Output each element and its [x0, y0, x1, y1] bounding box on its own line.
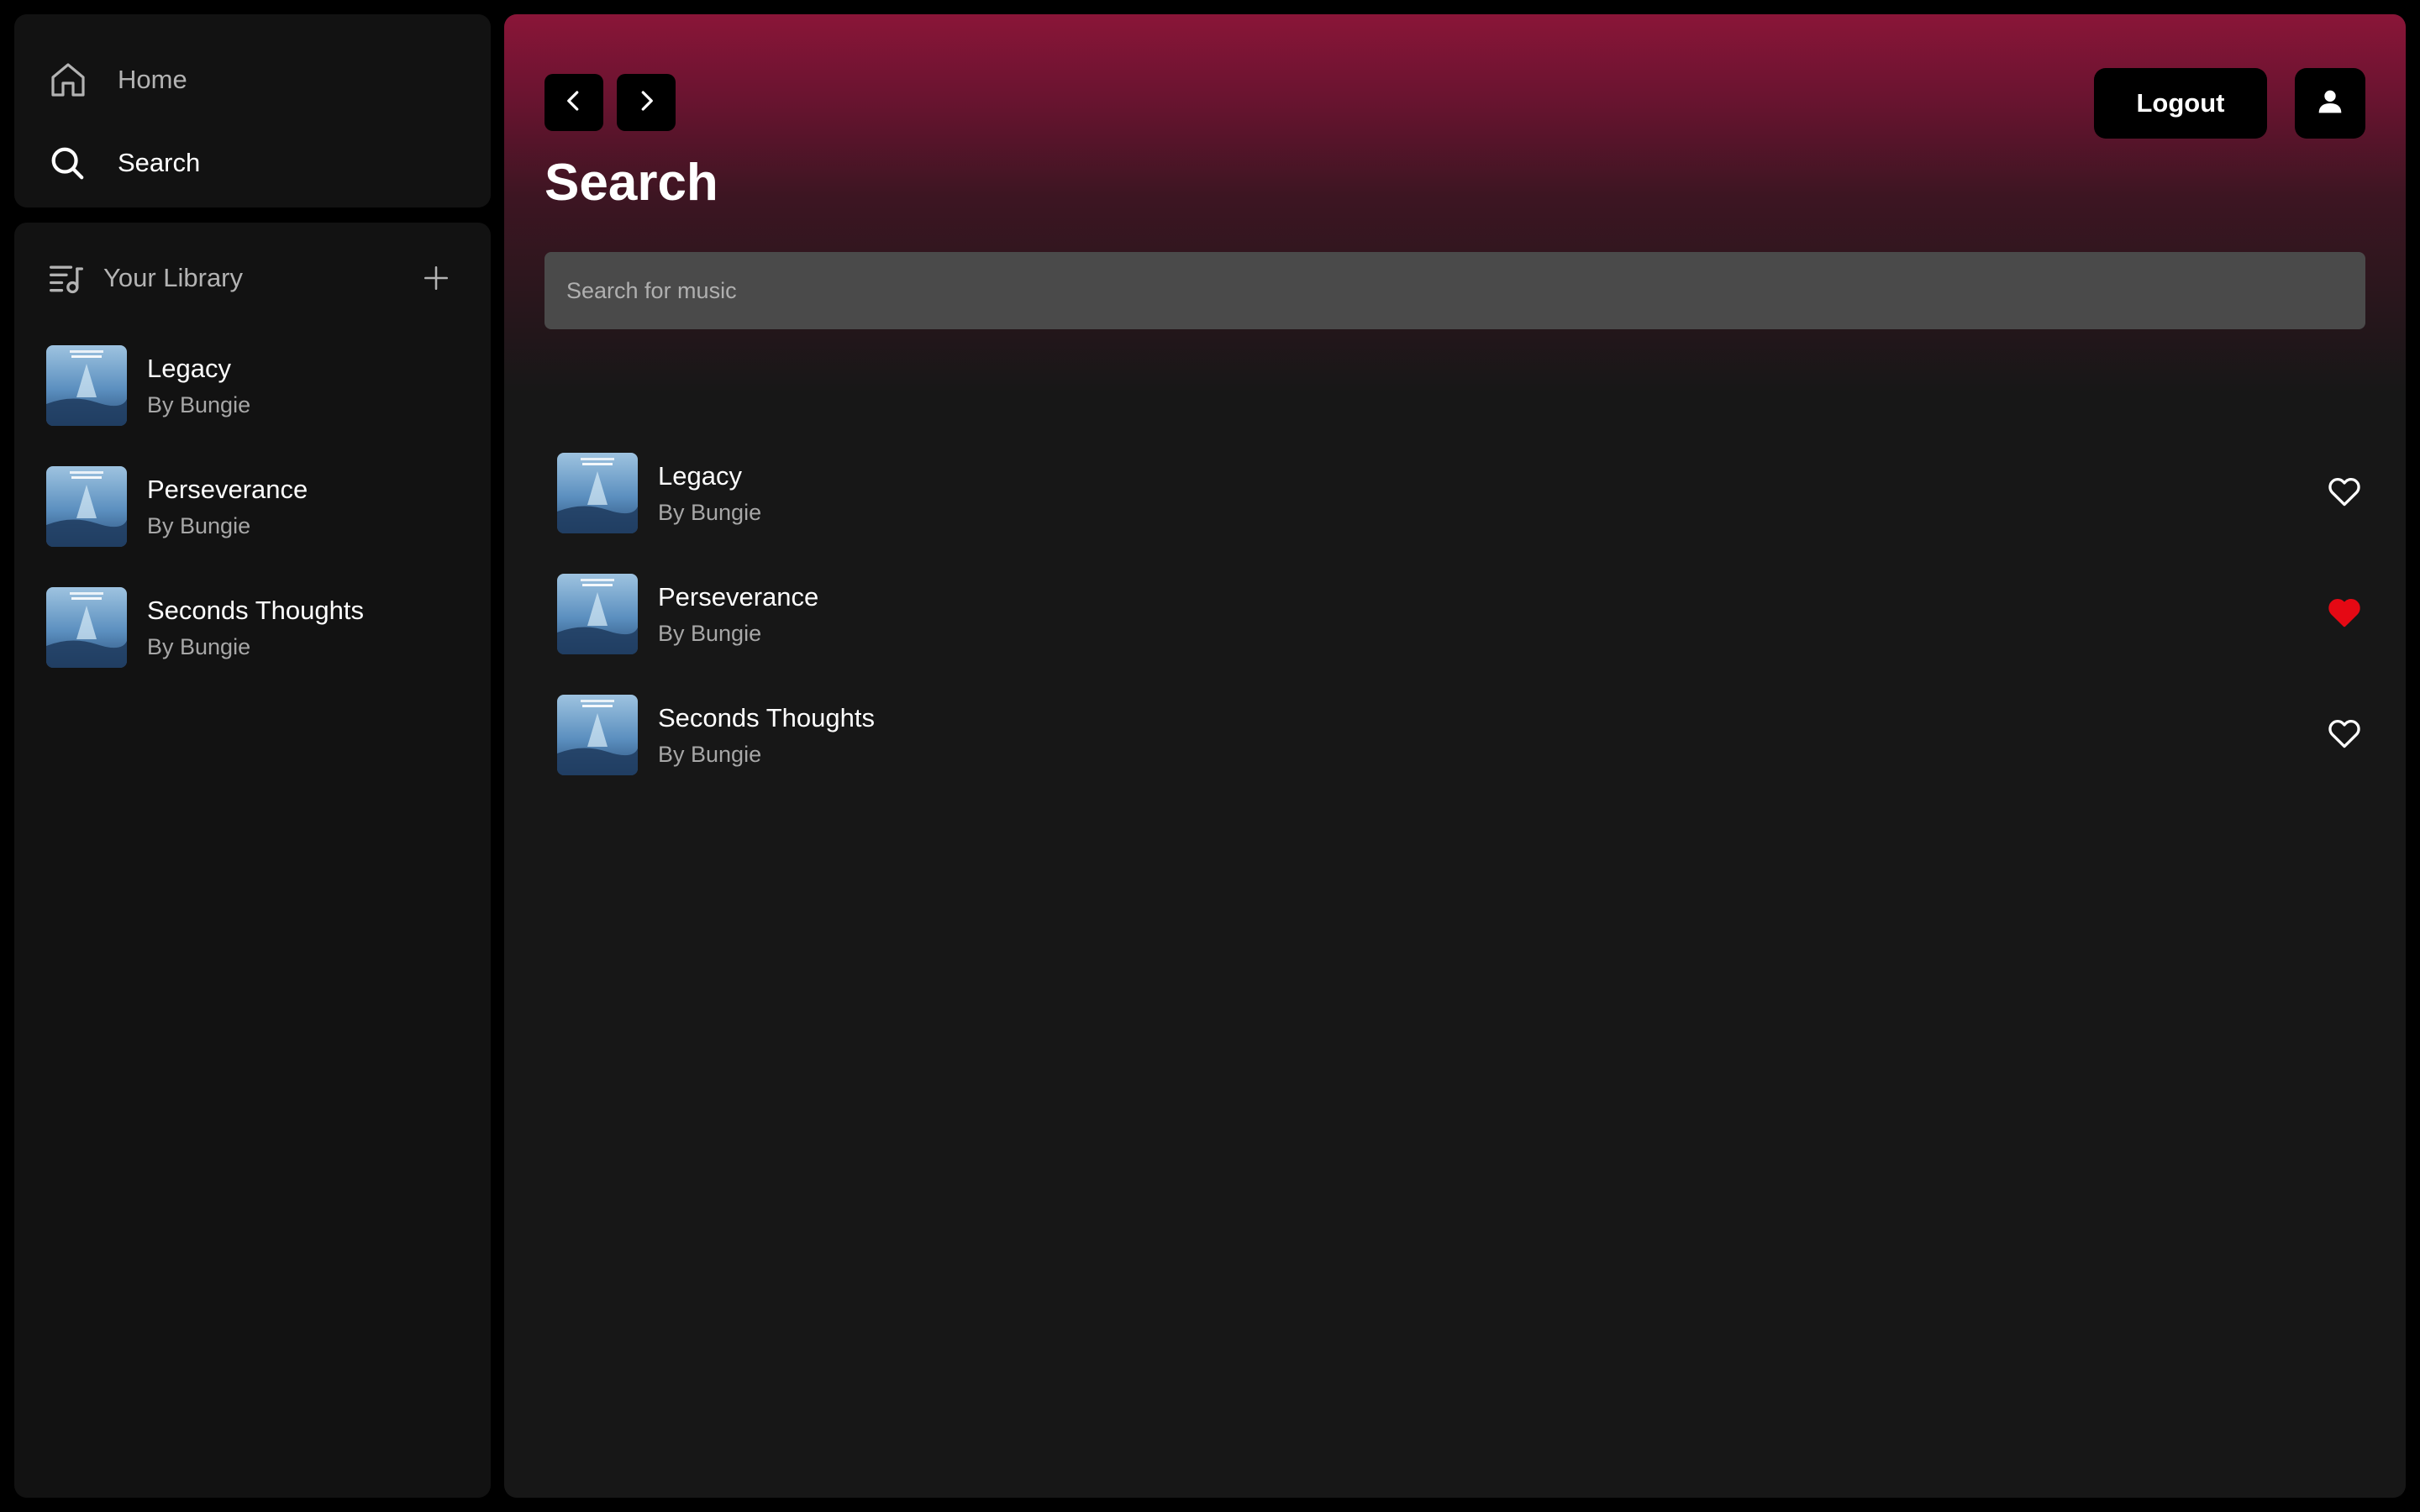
- result-artist: By Bungie: [658, 500, 762, 526]
- sidebar-nav: Home Search: [14, 14, 491, 207]
- library-header: Your Library: [14, 231, 491, 325]
- library-title[interactable]: Your Library: [103, 263, 415, 293]
- like-button[interactable]: [2323, 472, 2365, 514]
- chevron-left-icon: [561, 88, 587, 118]
- logout-button[interactable]: Logout: [2094, 68, 2267, 139]
- result-meta: Legacy By Bungie: [658, 460, 761, 526]
- library-item[interactable]: Perseverance By Bungie: [14, 446, 491, 567]
- library-item-title: Seconds Thoughts: [147, 595, 364, 625]
- result-meta: Seconds Thoughts By Bungie: [658, 702, 875, 768]
- result-row[interactable]: Legacy By Bungie: [557, 433, 2365, 554]
- result-artist: By Bungie: [658, 621, 762, 647]
- result-row[interactable]: Perseverance By Bungie: [557, 554, 2365, 675]
- library-item-title: Legacy: [147, 353, 231, 383]
- result-title: Legacy: [658, 460, 742, 491]
- main-panel: Logout Search Search for music Legacy By…: [504, 14, 2406, 1498]
- album-cover: [557, 574, 638, 654]
- plus-icon[interactable]: [415, 257, 457, 299]
- album-cover: [557, 453, 638, 533]
- library-item-artist: By Bungie: [147, 634, 251, 660]
- results-list: Legacy By Bungie Perseverance By Bungie …: [557, 433, 2365, 795]
- result-meta: Perseverance By Bungie: [658, 581, 818, 647]
- result-title: Seconds Thoughts: [658, 702, 875, 732]
- library-icon[interactable]: [48, 257, 103, 299]
- library-item-meta: Seconds Thoughts By Bungie: [147, 595, 364, 660]
- user-profile-button[interactable]: [2295, 68, 2365, 139]
- page-title: Search: [544, 154, 718, 212]
- album-cover: [46, 587, 127, 668]
- library-item-title: Perseverance: [147, 474, 308, 504]
- search-icon: [48, 142, 115, 184]
- user-icon: [2317, 88, 2344, 119]
- like-button[interactable]: [2323, 593, 2365, 635]
- heart-outline-icon: [2326, 473, 2363, 514]
- nav-search-label: Search: [118, 147, 201, 177]
- result-row[interactable]: Seconds Thoughts By Bungie: [557, 675, 2365, 795]
- library-item-artist: By Bungie: [147, 392, 251, 418]
- album-cover: [46, 345, 127, 426]
- library-item[interactable]: Seconds Thoughts By Bungie: [14, 567, 491, 688]
- library-item-meta: Legacy By Bungie: [147, 353, 250, 418]
- nav-item-search[interactable]: Search: [14, 121, 491, 204]
- heart-outline-icon: [2326, 715, 2363, 756]
- library-panel: Your Library Legacy By Bungie Perseveran…: [14, 223, 491, 1498]
- nav-home-label: Home: [118, 64, 187, 94]
- album-cover: [557, 695, 638, 775]
- album-cover: [46, 466, 127, 547]
- library-item-artist: By Bungie: [147, 513, 251, 539]
- search-input[interactable]: [544, 252, 2365, 329]
- heart-filled-icon: [2326, 594, 2363, 635]
- topbar: Logout: [544, 58, 2365, 139]
- result-artist: By Bungie: [658, 742, 762, 768]
- home-icon: [48, 59, 115, 101]
- chevron-right-icon: [634, 88, 659, 118]
- library-item[interactable]: Legacy By Bungie: [14, 325, 491, 446]
- like-button[interactable]: [2323, 714, 2365, 756]
- forward-button[interactable]: [617, 74, 676, 131]
- nav-item-home[interactable]: Home: [14, 38, 491, 121]
- library-item-meta: Perseverance By Bungie: [147, 474, 308, 539]
- back-button[interactable]: [544, 74, 603, 131]
- result-title: Perseverance: [658, 581, 819, 612]
